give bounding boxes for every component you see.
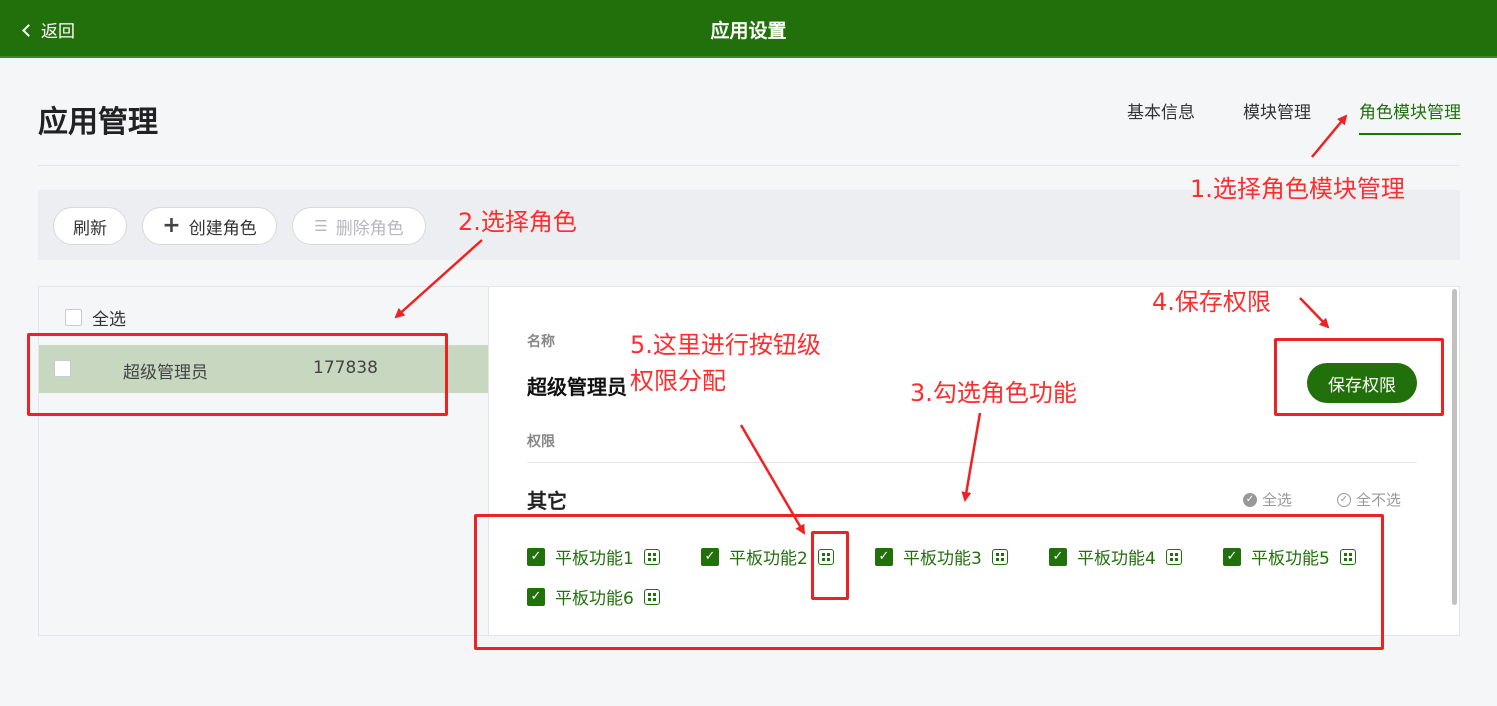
- annotation-arrows: [394, 114, 1348, 535]
- arrow-step2: [394, 239, 483, 319]
- arrow-step5: [739, 424, 806, 535]
- arrow-step4: [1299, 297, 1330, 329]
- arrow-step3: [961, 412, 982, 502]
- arrow-step1: [1311, 114, 1348, 158]
